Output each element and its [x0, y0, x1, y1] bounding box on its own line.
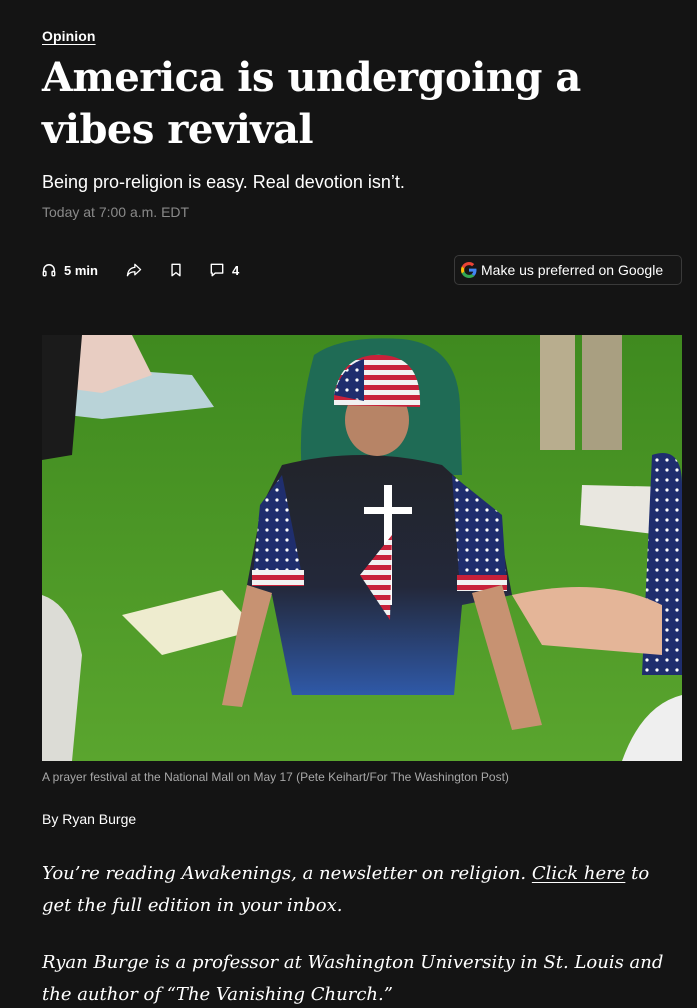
byline-prefix: By [42, 811, 59, 827]
comment-icon [210, 263, 224, 277]
byline: By Ryan Burge [42, 811, 136, 827]
article-timestamp: Today at 7:00 a.m. EDT [42, 204, 190, 220]
share-button[interactable] [126, 263, 142, 277]
author-link[interactable]: Ryan Burge [62, 811, 136, 827]
comments-count: 4 [231, 262, 240, 278]
lead-photo-illustration [42, 335, 682, 761]
article-headline: America is undergoing a vibes revival [42, 54, 581, 153]
article-dek: Being pro-religion is easy. Real devotio… [42, 172, 405, 192]
newsletter-note: You’re reading Awakenings, a newsletter … [42, 858, 667, 922]
newsletter-signup-link[interactable]: Click here [532, 863, 626, 884]
bookmark-button[interactable] [170, 263, 182, 277]
bookmark-icon [171, 263, 181, 277]
comments-button[interactable]: 4 [210, 263, 239, 278]
preferred-source-button[interactable]: Make us preferred on Google [454, 255, 682, 285]
listen-duration: 5 min [64, 262, 98, 278]
listen-button[interactable]: 5 min [42, 263, 98, 278]
google-g-icon [461, 262, 477, 278]
lead-photo [42, 335, 682, 761]
headphones-icon [42, 264, 56, 277]
article-toolbar: 5 min 4 [42, 257, 267, 283]
photo-caption: A prayer festival at the National Mall o… [42, 770, 509, 784]
preferred-source-label: Make us preferred on Google [481, 262, 664, 278]
author-bio: Ryan Burge is a professor at Washington … [42, 952, 664, 1005]
newsletter-note-before: You’re reading Awakenings, a newsletter … [42, 863, 532, 884]
section-kicker-link[interactable]: Opinion [42, 28, 96, 44]
share-icon [126, 263, 142, 277]
